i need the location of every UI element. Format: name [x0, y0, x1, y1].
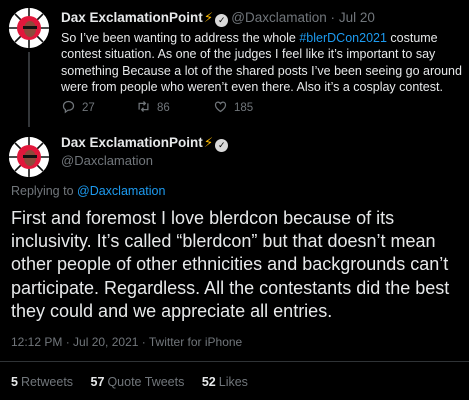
replying-prefix: Replying to	[11, 184, 78, 198]
tweet-timestamp[interactable]: 12:12 PM · Jul 20, 2021 · Twitter for iP…	[11, 335, 242, 349]
reply-button[interactable]: 27	[61, 99, 95, 114]
display-name[interactable]: Dax ExclamationPoint	[61, 10, 203, 25]
tweet-stats: 5 Retweets 57 Quote Tweets 52 Likes	[11, 375, 262, 389]
thread-tweet[interactable]: Dax ExclamationPoint⚡ ✓ @Daxclamation · Ju…	[0, 0, 469, 127]
dot-separator: ·	[330, 10, 336, 25]
tweet-text: So I’ve been wanting to address the whol…	[61, 30, 466, 96]
quote-tweets-stat[interactable]: 57 Quote Tweets	[91, 375, 185, 389]
hashtag-link[interactable]: #blerDCon2021	[299, 31, 387, 45]
thread-connector-line	[28, 52, 30, 127]
likes-count: 52	[201, 375, 216, 389]
handle[interactable]: @Daxclamation	[61, 152, 231, 170]
likes-label: Likes	[218, 375, 248, 389]
likes-stat[interactable]: 52 Likes	[202, 375, 248, 389]
lightning-bolt-icon: ⚡	[203, 135, 214, 150]
retweets-count: 5	[11, 375, 18, 389]
retweet-count: 86	[157, 102, 170, 114]
tweet-text-part: So I’ve been wanting to address the whol…	[61, 31, 300, 45]
like-button[interactable]: 185	[213, 99, 253, 114]
handle[interactable]: @Daxclamation	[231, 10, 327, 25]
divider	[0, 361, 469, 362]
replying-to: Replying to @Daxclamation	[11, 184, 165, 198]
main-tweet-text: First and foremost I love blerdcon becau…	[11, 208, 450, 321]
retweet-button[interactable]: 86	[136, 99, 170, 114]
retweets-stat[interactable]: 5 Retweets	[11, 375, 73, 389]
reply-icon	[62, 100, 75, 114]
tweet-header: Dax ExclamationPoint⚡ ✓ @Daxclamation · Ju…	[61, 10, 375, 27]
quote-tweets-label: Quote Tweets	[107, 375, 185, 389]
lightning-bolt-icon: ⚡	[203, 10, 214, 25]
avatar[interactable]	[9, 137, 49, 177]
like-icon	[214, 101, 227, 113]
display-name[interactable]: Dax ExclamationPoint	[61, 135, 203, 150]
replying-handle-link[interactable]: @Daxclamation	[77, 184, 165, 198]
quote-tweets-count: 57	[90, 375, 105, 389]
like-count: 185	[234, 102, 254, 114]
tweet-date[interactable]: Jul 20	[339, 10, 375, 25]
avatar[interactable]	[9, 8, 49, 48]
reply-count: 27	[82, 102, 95, 114]
verified-badge-icon: ✓	[215, 139, 229, 152]
main-tweet-header: Dax ExclamationPoint⚡ ✓ @Daxclamation	[61, 134, 231, 170]
verified-badge-icon: ✓	[215, 14, 229, 27]
retweet-icon	[138, 101, 149, 112]
retweets-label: Retweets	[20, 375, 74, 389]
